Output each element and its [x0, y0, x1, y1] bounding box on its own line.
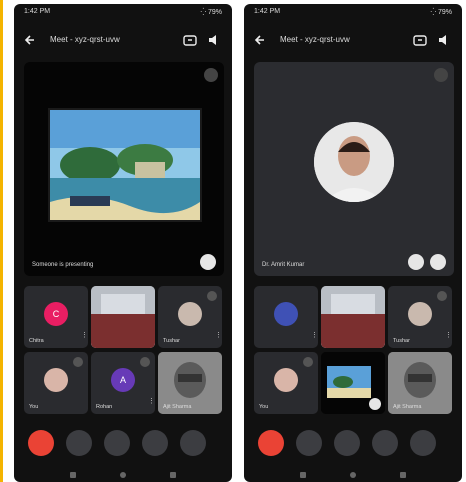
back-arrow-icon[interactable] [22, 32, 38, 48]
avatar: A [111, 368, 135, 392]
participant-tile[interactable]: You [254, 352, 318, 414]
end-call-button[interactable] [258, 430, 284, 456]
main-speaker-stage: Dr. Amrit Kumar [254, 62, 454, 276]
speaker-avatar [314, 122, 394, 202]
more-vert-icon[interactable]: ⋮ [215, 332, 222, 344]
raise-hand-button[interactable] [142, 430, 168, 456]
participant-video [321, 286, 385, 348]
home-icon[interactable] [350, 472, 356, 478]
avatar [274, 302, 298, 326]
call-controls [244, 422, 462, 462]
pin-icon[interactable] [434, 68, 448, 82]
participant-name: Chitra [29, 338, 44, 344]
participant-tile[interactable]: Ajit Sharma [158, 352, 222, 414]
back-icon[interactable] [400, 472, 406, 478]
more-vert-icon[interactable]: ⋮ [445, 332, 452, 344]
meeting-topbar: Meet - xyz-qrst-uvw [244, 24, 462, 58]
participant-name: Rohan [96, 404, 113, 410]
status-bar: 1:42 PM ⁛ 79% [244, 4, 462, 20]
participant-tile[interactable] [321, 286, 385, 348]
system-nav-bar [244, 468, 462, 482]
avatar [274, 368, 298, 392]
raise-hand-button[interactable] [372, 430, 398, 456]
mic-toggle-button[interactable] [334, 430, 360, 456]
more-vert-icon[interactable]: ⋮ [148, 398, 155, 410]
back-icon[interactable] [170, 472, 176, 478]
mic-toggle-button[interactable] [104, 430, 130, 456]
back-arrow-icon[interactable] [252, 32, 268, 48]
status-bar: 1:42 PM ⁛ 79% [14, 4, 232, 20]
camera-toggle-button[interactable] [296, 430, 322, 456]
participant-name: Tushar [163, 338, 180, 344]
participant-tile[interactable]: You [24, 352, 88, 414]
participant-tile[interactable]: ⋮ [254, 286, 318, 348]
avatar [408, 302, 432, 326]
participant-tile[interactable]: Tushar ⋮ [388, 286, 452, 348]
switch-camera-icon[interactable] [182, 32, 198, 48]
phone-screenshot-right: 1:42 PM ⁛ 79% Meet - xyz-qrst-uvw Dr. Am… [244, 4, 462, 482]
meeting-title[interactable]: Meet - xyz-qrst-uvw [50, 35, 120, 44]
participant-tile[interactable] [91, 286, 155, 348]
end-call-button[interactable] [28, 430, 54, 456]
more-vert-icon[interactable]: ⋮ [311, 332, 318, 344]
avatar: C [44, 302, 68, 326]
pin-icon[interactable] [73, 357, 83, 367]
system-nav-bar [14, 468, 232, 482]
avatar [178, 302, 202, 326]
participant-tile[interactable]: Ajit Sharma [388, 352, 452, 414]
pin-icon[interactable] [303, 357, 313, 367]
pin-icon[interactable] [204, 68, 218, 82]
meeting-topbar: Meet - xyz-qrst-uvw [14, 24, 232, 58]
participant-name: Tushar [393, 338, 410, 344]
call-controls [14, 422, 232, 462]
phone-screenshot-left: 1:42 PM ⁛ 79% Meet - xyz-qrst-uvw Someon… [14, 4, 232, 482]
status-time: 1:42 PM [254, 8, 281, 15]
status-indicators: ⁛ 79% [430, 9, 452, 16]
speaker-icon[interactable] [436, 32, 452, 48]
participant-name: You [259, 404, 269, 410]
left-accent-bar [0, 0, 3, 482]
more-options-icon[interactable] [369, 398, 381, 410]
pin-icon[interactable] [437, 291, 447, 301]
main-presentation-stage: Someone is presenting [24, 62, 224, 276]
shared-screen-image [48, 108, 202, 222]
more-vert-icon[interactable]: ⋮ [81, 332, 88, 344]
status-time: 1:42 PM [24, 8, 51, 15]
pin-icon[interactable] [207, 291, 217, 301]
speaker-name: Dr. Amrit Kumar [262, 262, 305, 268]
more-options-icon[interactable] [200, 254, 216, 270]
meeting-title[interactable]: Meet - xyz-qrst-uvw [280, 35, 350, 44]
recents-icon[interactable] [70, 472, 76, 478]
switch-camera-icon[interactable] [412, 32, 428, 48]
participant-video [91, 286, 155, 348]
participant-name: Ajit Sharma [163, 404, 192, 410]
pin-icon[interactable] [140, 357, 150, 367]
more-options-icon[interactable] [430, 254, 446, 270]
home-icon[interactable] [120, 472, 126, 478]
status-indicators: ⁛ 79% [200, 9, 222, 16]
participant-name: Ajit Sharma [393, 404, 422, 410]
recents-icon[interactable] [300, 472, 306, 478]
speaker-icon[interactable] [206, 32, 222, 48]
participant-tile[interactable]: A Rohan ⋮ [91, 352, 155, 414]
participant-tile[interactable]: C Chitra ⋮ [24, 286, 88, 348]
more-options-button[interactable] [410, 430, 436, 456]
camera-toggle-button[interactable] [66, 430, 92, 456]
more-options-button[interactable] [180, 430, 206, 456]
participant-tile[interactable]: Tushar ⋮ [158, 286, 222, 348]
presentation-caption: Someone is presenting [32, 262, 94, 268]
avatar [44, 368, 68, 392]
participant-tile[interactable] [321, 352, 385, 414]
mic-icon[interactable] [408, 254, 424, 270]
participant-name: You [29, 404, 39, 410]
